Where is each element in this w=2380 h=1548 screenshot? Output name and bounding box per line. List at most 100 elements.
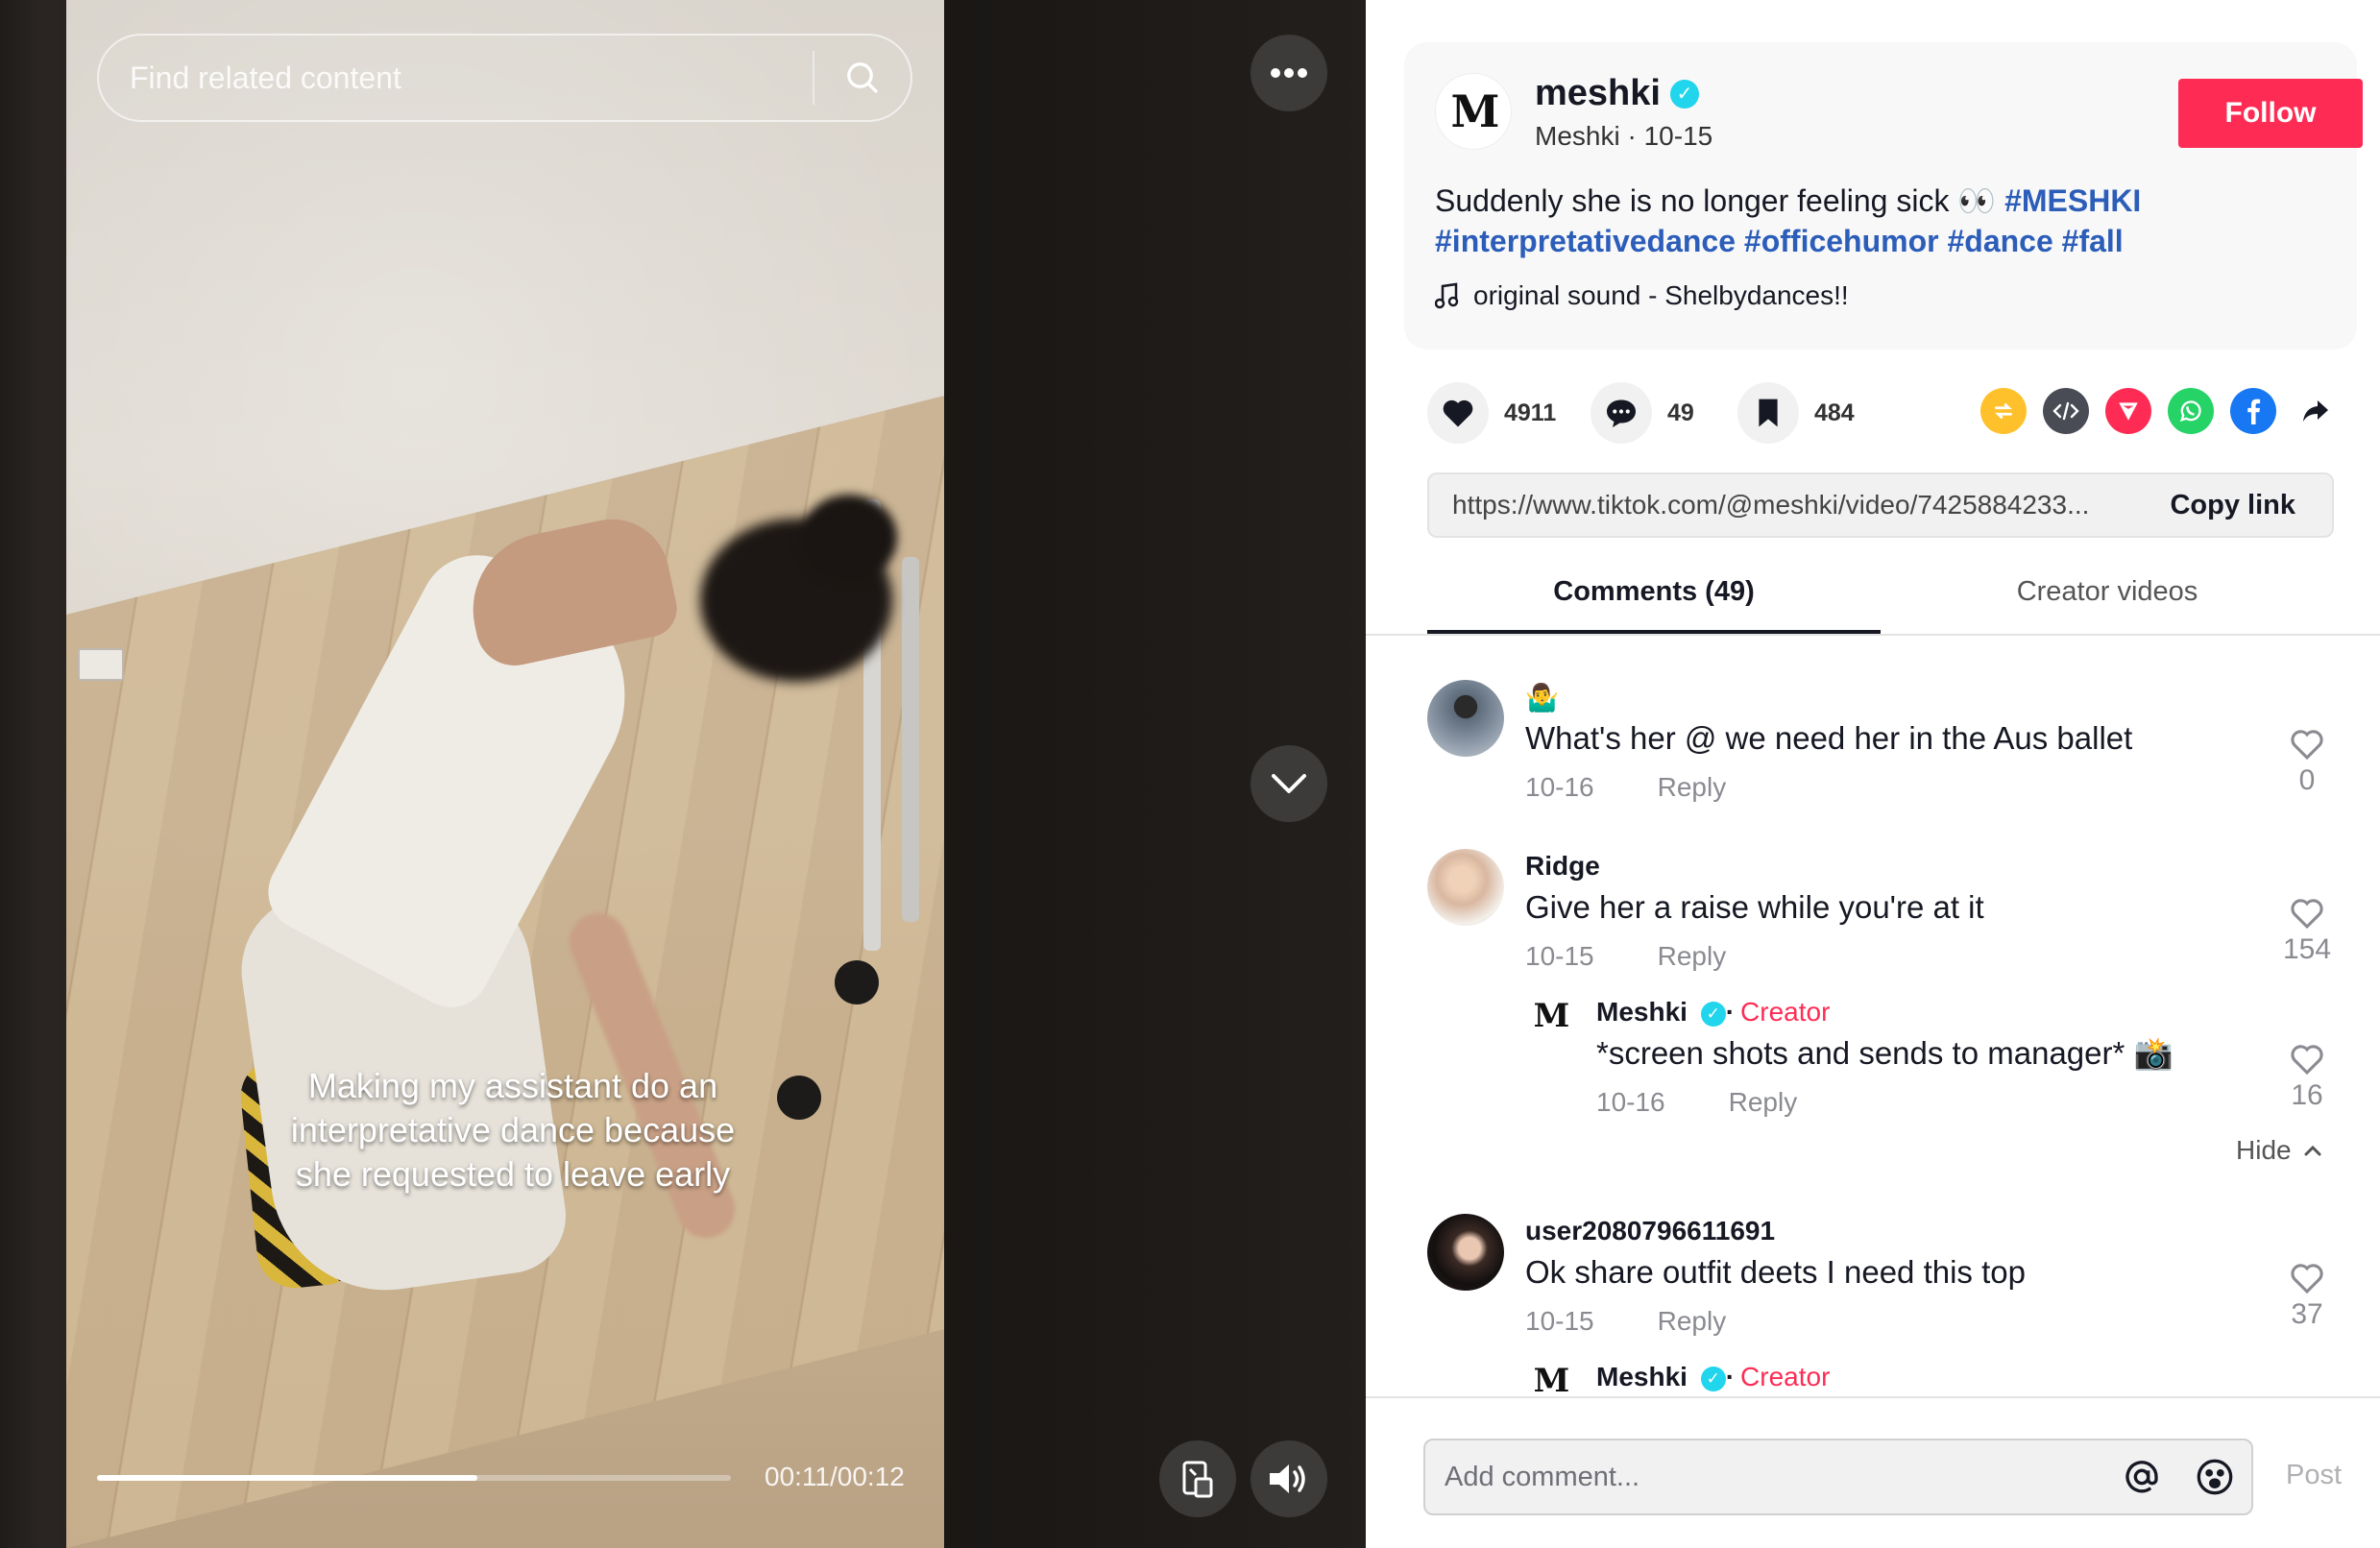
hashtag-interpretativedance[interactable]: #interpretativedance — [1435, 224, 1736, 258]
creator-avatar[interactable]: M — [1527, 1358, 1573, 1396]
hide-label: Hide — [2236, 1135, 2292, 1165]
video-url[interactable]: https://www.tiktok.com/@meshki/video/742… — [1429, 490, 2150, 520]
video-description: Suddenly she is no longer feeling sick 👀… — [1435, 181, 2328, 261]
more-horizontal-icon — [1271, 68, 1307, 78]
creator-avatar[interactable]: M — [1527, 993, 1573, 1039]
author-subline: Meshki · 10-15 — [1535, 121, 1713, 151]
floating-player-icon — [1182, 1461, 1213, 1498]
time-readout: 00:11/00:12 — [765, 1462, 905, 1491]
comment-text: Give her a raise while you're at it — [1525, 889, 1984, 925]
reply-meta: 10-16 Reply — [1596, 1087, 1797, 1118]
next-video-button[interactable] — [1251, 745, 1327, 822]
hashtag-meshki[interactable]: #MESHKI — [2004, 183, 2141, 218]
author-avatar[interactable]: M — [1435, 73, 1512, 150]
description-text: Suddenly she is no longer feeling sick 👀 — [1435, 183, 2005, 218]
commenter-avatar[interactable] — [1427, 1214, 1504, 1291]
sound-name: original sound - Shelbydances!! — [1473, 280, 1849, 310]
creator-tag: Creator — [1740, 997, 1831, 1027]
reply-author-name[interactable]: Meshki — [1596, 1362, 1688, 1391]
dancing-person — [231, 495, 897, 1383]
send-to-friends-icon[interactable] — [2105, 388, 2151, 434]
post-date: 10-15 — [1643, 121, 1713, 151]
comment-like-button[interactable]: 0 — [2278, 728, 2336, 797]
heart-outline-icon — [2291, 899, 2323, 930]
comment-list[interactable]: 🤷‍♂️ What's her @ we need her in the Aus… — [1366, 636, 2380, 1396]
reply-author-row[interactable]: Meshki ✓ · Creator — [1596, 997, 1830, 1028]
hashtag-dance[interactable]: #dance — [1947, 224, 2052, 258]
search-bar[interactable] — [97, 34, 912, 122]
verified-badge-icon: ✓ — [1669, 79, 1699, 109]
save-button[interactable]: 484 — [1737, 382, 1855, 444]
commenter-name[interactable]: 🤷‍♂️ — [1525, 682, 1559, 714]
repost-icon[interactable] — [1980, 388, 2027, 434]
reply-author-row[interactable]: Meshki ✓ · Creator — [1596, 1362, 1830, 1392]
facebook-icon[interactable] — [2230, 388, 2276, 434]
music-note-icon — [1435, 282, 1459, 309]
volume-button[interactable] — [1251, 1440, 1327, 1517]
reply-button[interactable]: Reply — [1658, 772, 1727, 803]
comment-date: 10-15 — [1525, 941, 1594, 971]
comment-like-count: 37 — [2291, 1298, 2323, 1330]
verified-badge-icon: ✓ — [1700, 1001, 1726, 1027]
comment-date: 10-16 — [1525, 772, 1594, 802]
bookmark-icon — [1737, 382, 1799, 444]
reply-like-count: 16 — [2291, 1079, 2323, 1111]
heart-outline-icon — [2291, 1264, 2323, 1294]
tab-creator-videos[interactable]: Creator videos — [1881, 576, 2334, 634]
video-caption: Making my assistant do an interpretative… — [290, 1066, 736, 1194]
sound-link[interactable]: original sound - Shelbydances!! — [1435, 280, 1849, 311]
reply-text: *screen shots and sends to manager* 📸 — [1596, 1035, 2174, 1071]
like-button[interactable]: 4911 — [1427, 382, 1556, 444]
post-button[interactable]: Post — [2286, 1460, 2342, 1491]
heart-icon — [1427, 382, 1489, 444]
hashtag-fall[interactable]: #fall — [2062, 224, 2124, 258]
heart-outline-icon — [2291, 1045, 2323, 1076]
commenter-name[interactable]: user2080796611691 — [1525, 1216, 1775, 1246]
comment-like-count: 154 — [2282, 933, 2332, 965]
embed-icon[interactable] — [2043, 388, 2089, 434]
author-display-name: Meshki — [1535, 121, 1620, 151]
floating-player-button[interactable] — [1159, 1440, 1236, 1517]
share-arrow-icon[interactable] — [2293, 388, 2339, 434]
tab-comments[interactable]: Comments (49) — [1427, 576, 1881, 634]
search-icon — [847, 62, 879, 94]
mention-button[interactable] — [2105, 1440, 2178, 1513]
comment-like-button[interactable]: 154 — [2278, 897, 2336, 966]
hide-replies-button[interactable]: Hide — [2236, 1135, 2322, 1166]
more-options-button[interactable] — [1251, 35, 1327, 111]
comment-button[interactable]: 49 — [1591, 382, 1694, 444]
video-frame[interactable]: Making my assistant do an interpretative… — [66, 0, 944, 1548]
author-username-row[interactable]: meshki ✓ — [1535, 73, 1699, 114]
video-link-box: https://www.tiktok.com/@meshki/video/742… — [1427, 472, 2334, 538]
commenter-name[interactable]: Ridge — [1525, 851, 1600, 882]
chevron-up-icon — [2304, 1145, 2321, 1156]
comment-like-button[interactable]: 37 — [2278, 1262, 2336, 1331]
commenter-avatar[interactable] — [1427, 849, 1504, 926]
video-progress-bar[interactable] — [97, 1475, 731, 1481]
share-options — [1980, 388, 2339, 434]
comment-input[interactable] — [1425, 1440, 2105, 1513]
copy-link-button[interactable]: Copy link — [2150, 490, 2332, 521]
comment-count: 49 — [1667, 399, 1694, 426]
search-button[interactable] — [814, 36, 911, 120]
follow-button[interactable]: Follow — [2178, 79, 2363, 148]
author-username[interactable]: meshki — [1535, 73, 1661, 114]
reply-button[interactable]: Reply — [1729, 1087, 1798, 1118]
commenter-avatar[interactable] — [1427, 680, 1504, 757]
reply-button[interactable]: Reply — [1658, 941, 1727, 972]
search-input[interactable] — [99, 60, 813, 96]
comment-composer[interactable] — [1423, 1439, 2253, 1515]
composer-divider — [1366, 1396, 2380, 1398]
emoji-button[interactable] — [2178, 1440, 2251, 1513]
reply-like-button[interactable]: 16 — [2278, 1043, 2336, 1112]
hashtag-officehumor[interactable]: #officehumor — [1744, 224, 1939, 258]
comment-bubble-icon — [1591, 382, 1652, 444]
comment-text: What's her @ we need her in the Aus ball… — [1525, 720, 2133, 756]
reply-author-name[interactable]: Meshki — [1596, 997, 1688, 1027]
whatsapp-icon[interactable] — [2168, 388, 2214, 434]
reply-date: 10-16 — [1596, 1087, 1665, 1117]
video-player[interactable]: Making my assistant do an interpretative… — [0, 0, 1366, 1548]
reply-button[interactable]: Reply — [1658, 1306, 1727, 1337]
comment-like-count: 0 — [2298, 764, 2316, 796]
at-sign-icon — [2125, 1461, 2158, 1493]
